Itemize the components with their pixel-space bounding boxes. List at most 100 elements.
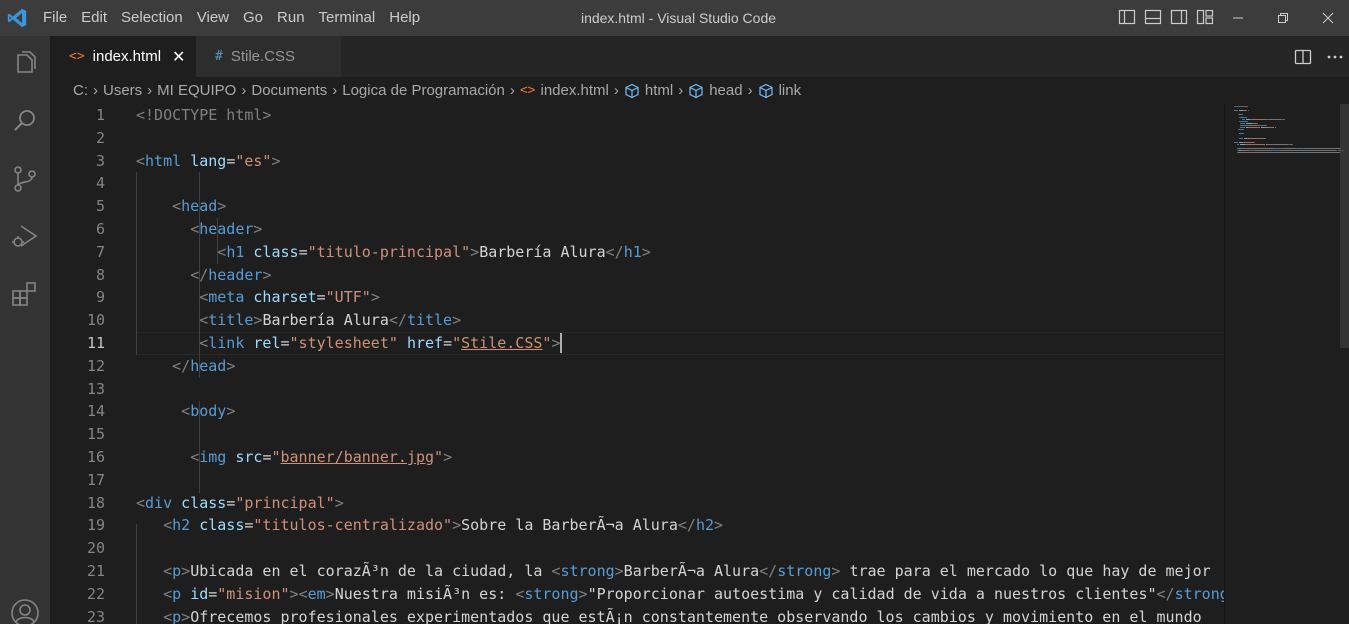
menu-file[interactable]: File bbox=[36, 0, 74, 36]
run-debug-icon[interactable] bbox=[9, 220, 41, 252]
breadcrumb-item[interactable]: Logica de Programación bbox=[342, 82, 505, 99]
menu-edit[interactable]: Edit bbox=[74, 0, 114, 36]
code-text: <h2 class="titulos-centralizado">Sobre l… bbox=[163, 516, 724, 535]
code-line[interactable]: 3 <html lang="es"> bbox=[50, 150, 1224, 173]
toggle-panel-icon[interactable] bbox=[1144, 8, 1162, 26]
tab-stile-css[interactable]: # Stile.CSS bbox=[196, 36, 341, 77]
code-line[interactable]: 8 </header> bbox=[50, 264, 1224, 287]
menu-go[interactable]: Go bbox=[236, 0, 270, 36]
code-text: <meta charset="UTF"> bbox=[199, 288, 380, 307]
line-number: 10 bbox=[86, 311, 105, 330]
code-line[interactable]: 22 <p id="mision"><em>Nuestra misiÃ³n es… bbox=[50, 583, 1224, 606]
code-line[interactable]: 1 <!DOCTYPE html> bbox=[50, 104, 1224, 127]
minimap-shadow bbox=[1224, 104, 1225, 624]
breadcrumb-item[interactable]: Documents bbox=[251, 82, 327, 99]
breadcrumb-item[interactable]: Users bbox=[103, 82, 142, 99]
code-editor[interactable]: 1 <!DOCTYPE html> 2 3 <html lang="es"> 4 5 <he… bbox=[50, 104, 1224, 624]
breadcrumb-item[interactable]: html bbox=[645, 82, 673, 99]
code-line[interactable]: 9 <meta charset="UTF"> bbox=[50, 286, 1224, 309]
code-line[interactable]: 10 <title>Barbería Alura</title> bbox=[50, 309, 1224, 332]
minimap-token bbox=[1266, 127, 1275, 128]
code-line[interactable]: 11 <link rel="stylesheet" href="Stile.CS… bbox=[50, 332, 1224, 355]
code-line[interactable]: 19 <h2 class="titulos-centralizado">Sobr… bbox=[50, 514, 1224, 537]
chevron-right-icon: › bbox=[747, 82, 753, 99]
code-line[interactable]: 21 <p>Ubicada en el corazÃ³n de la ciuda… bbox=[50, 560, 1224, 583]
accounts-icon[interactable] bbox=[9, 597, 41, 624]
editor-actions bbox=[1294, 36, 1344, 77]
code-line[interactable]: 20 bbox=[50, 537, 1224, 560]
text-cursor bbox=[560, 333, 562, 353]
line-number: 17 bbox=[86, 470, 105, 489]
minimap-token bbox=[1243, 141, 1254, 143]
code-text: <div class="principal"> bbox=[136, 493, 344, 512]
symbol-element-icon bbox=[688, 83, 704, 99]
menu-view[interactable]: View bbox=[190, 0, 236, 36]
code-text: <p>Ubicada en el corazÃ³n de la ciudad, … bbox=[163, 562, 1211, 580]
breadcrumb-item[interactable]: MI EQUIPO bbox=[157, 82, 236, 99]
customize-layout-icon[interactable] bbox=[1196, 8, 1214, 26]
close-tab-icon[interactable]: ✕ bbox=[172, 47, 185, 67]
code-text: <img src="banner/banner.jpg"> bbox=[190, 448, 453, 466]
code-line[interactable]: 6 <header> bbox=[50, 218, 1224, 241]
code-line[interactable]: 13 bbox=[50, 378, 1224, 401]
more-actions-icon[interactable] bbox=[1326, 48, 1344, 66]
tab-index-html[interactable]: <> index.html ✕ bbox=[50, 36, 196, 77]
minimap[interactable] bbox=[1224, 104, 1349, 624]
menu-help[interactable]: Help bbox=[382, 0, 427, 36]
code-text: <p>Ofrecemos profesionales experimentado… bbox=[163, 607, 1202, 624]
toggle-primary-sidebar-icon[interactable] bbox=[1118, 8, 1136, 26]
minimap-token bbox=[1266, 143, 1288, 145]
code-line[interactable]: 14 <body> bbox=[50, 400, 1224, 423]
code-line[interactable]: 4 bbox=[50, 172, 1224, 195]
code-line[interactable]: 12 </head> bbox=[50, 355, 1224, 378]
code-text: <h1 class="titulo-principal">Barbería Al… bbox=[217, 242, 651, 261]
code-line[interactable]: 17 bbox=[50, 469, 1224, 492]
code-text: </header> bbox=[190, 265, 272, 284]
split-editor-icon[interactable] bbox=[1294, 48, 1312, 66]
extensions-icon[interactable] bbox=[9, 278, 41, 310]
breadcrumb-item[interactable]: C: bbox=[73, 82, 88, 99]
code-text: <html lang="es"> bbox=[136, 151, 281, 170]
breadcrumb-item[interactable]: link bbox=[779, 82, 802, 99]
minimap-token bbox=[1249, 127, 1261, 128]
code-text: <title>Barbería Alura</title> bbox=[199, 311, 462, 330]
breadcrumb: C: › Users › MI EQUIPO › Documents › Log… bbox=[50, 77, 1349, 104]
minimap-token bbox=[1246, 124, 1260, 126]
minimap-token bbox=[1234, 106, 1248, 107]
line-number: 6 bbox=[95, 220, 105, 238]
code-text: </head> bbox=[172, 356, 236, 375]
breadcrumb-item[interactable]: head bbox=[709, 82, 742, 99]
line-number: 16 bbox=[86, 448, 105, 466]
code-line[interactable]: 15 bbox=[50, 423, 1224, 446]
search-icon[interactable] bbox=[9, 105, 41, 137]
chevron-right-icon: › bbox=[332, 82, 338, 99]
code-line[interactable]: 23 <p>Ofrecemos profesionales experiment… bbox=[50, 606, 1224, 624]
line-number: 9 bbox=[95, 288, 105, 307]
code-line[interactable]: 7 <h1 class="titulo-principal">Barbería … bbox=[50, 241, 1224, 264]
minimap-token bbox=[1264, 137, 1266, 139]
vertical-scrollbar[interactable] bbox=[1340, 104, 1349, 348]
menu-run[interactable]: Run bbox=[270, 0, 312, 36]
explorer-icon[interactable] bbox=[9, 48, 41, 80]
minimap-token bbox=[1243, 118, 1245, 120]
minimize-icon[interactable] bbox=[1215, 0, 1260, 36]
breadcrumb-item[interactable]: index.html bbox=[541, 82, 609, 99]
code-line[interactable]: 2 bbox=[50, 127, 1224, 150]
line-number: 21 bbox=[86, 562, 105, 580]
source-control-icon[interactable] bbox=[9, 163, 41, 195]
menu-terminal[interactable]: Terminal bbox=[312, 0, 383, 36]
symbol-element-icon bbox=[758, 83, 774, 99]
line-number: 4 bbox=[95, 174, 105, 193]
toggle-secondary-sidebar-icon[interactable] bbox=[1170, 8, 1188, 26]
menu-selection[interactable]: Selection bbox=[114, 0, 190, 36]
restore-icon[interactable] bbox=[1260, 0, 1305, 36]
code-line[interactable]: 16 <img src="banner/banner.jpg"> bbox=[50, 446, 1224, 469]
minimap-token bbox=[1279, 150, 1336, 152]
code-line[interactable]: 18 <div class="principal"> bbox=[50, 492, 1224, 515]
code-line[interactable]: 5 <head> bbox=[50, 195, 1224, 218]
line-number: 19 bbox=[86, 516, 105, 535]
layout-controls bbox=[1118, 8, 1214, 26]
line-number: 14 bbox=[86, 402, 105, 421]
line-number: 23 bbox=[86, 607, 105, 624]
close-icon[interactable] bbox=[1305, 0, 1349, 36]
